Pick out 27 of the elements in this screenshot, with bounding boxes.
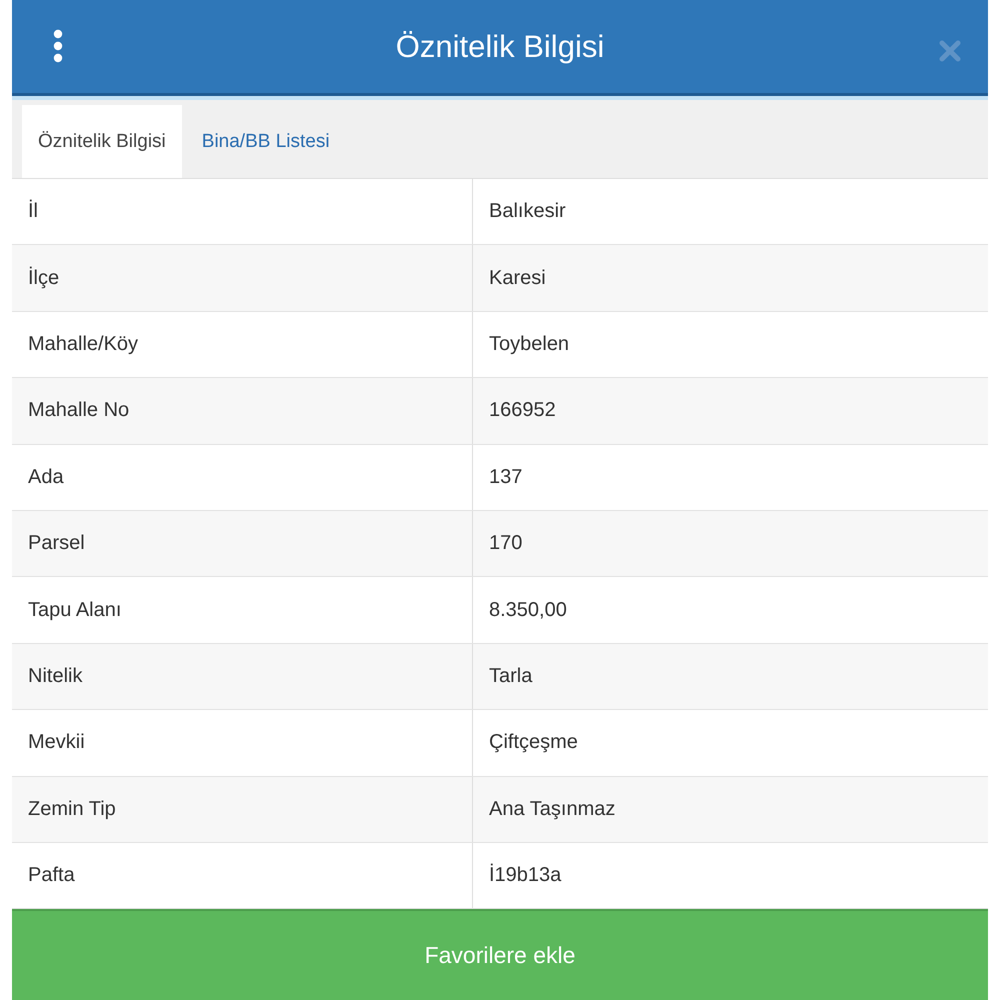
table-cell: Mevkii [12,710,473,776]
table-cell-text: Çiftçeşme [488,730,579,756]
table-cell-text: Karesi [488,266,547,291]
table-cell-text: İ19b13a [488,862,562,888]
table-cell-text: Tarla [488,664,534,689]
table-cell: Mahalle No [12,378,473,444]
table-cell-text: Toybelen [488,332,570,357]
table-cell: Nitelik [12,644,473,710]
table-cell: Parsel [12,510,473,576]
tab[interactable]: Öznitelik Bilgisi [22,105,182,178]
table-cell-text: 170 [488,531,524,556]
table-cell: Tapu Alanı [12,577,473,643]
add-favorites-button[interactable]: Favorilere ekle [12,909,988,1000]
table-cell-text: 137 [488,464,524,490]
table-cell: İl [12,179,473,244]
table-cell-text: Balıkesir [488,199,567,224]
table-cell: Pafta [12,842,473,908]
tab[interactable]: Bina/BB Listesi [186,105,346,178]
menu-icon[interactable] [53,28,63,62]
table-cell-text: Ana Taşınmaz [488,796,616,822]
table-cell: Ada [12,444,473,510]
table-cell: Zemin Tip [12,776,473,842]
table-cell-text: 166952 [488,398,557,424]
table-cell-text: 8.350,00 [488,598,568,623]
dialog-title: Öznitelik Bilgisi [396,29,604,65]
table-cell: İlçe [12,245,473,311]
table-cell: Mahalle/Köy [12,312,473,378]
